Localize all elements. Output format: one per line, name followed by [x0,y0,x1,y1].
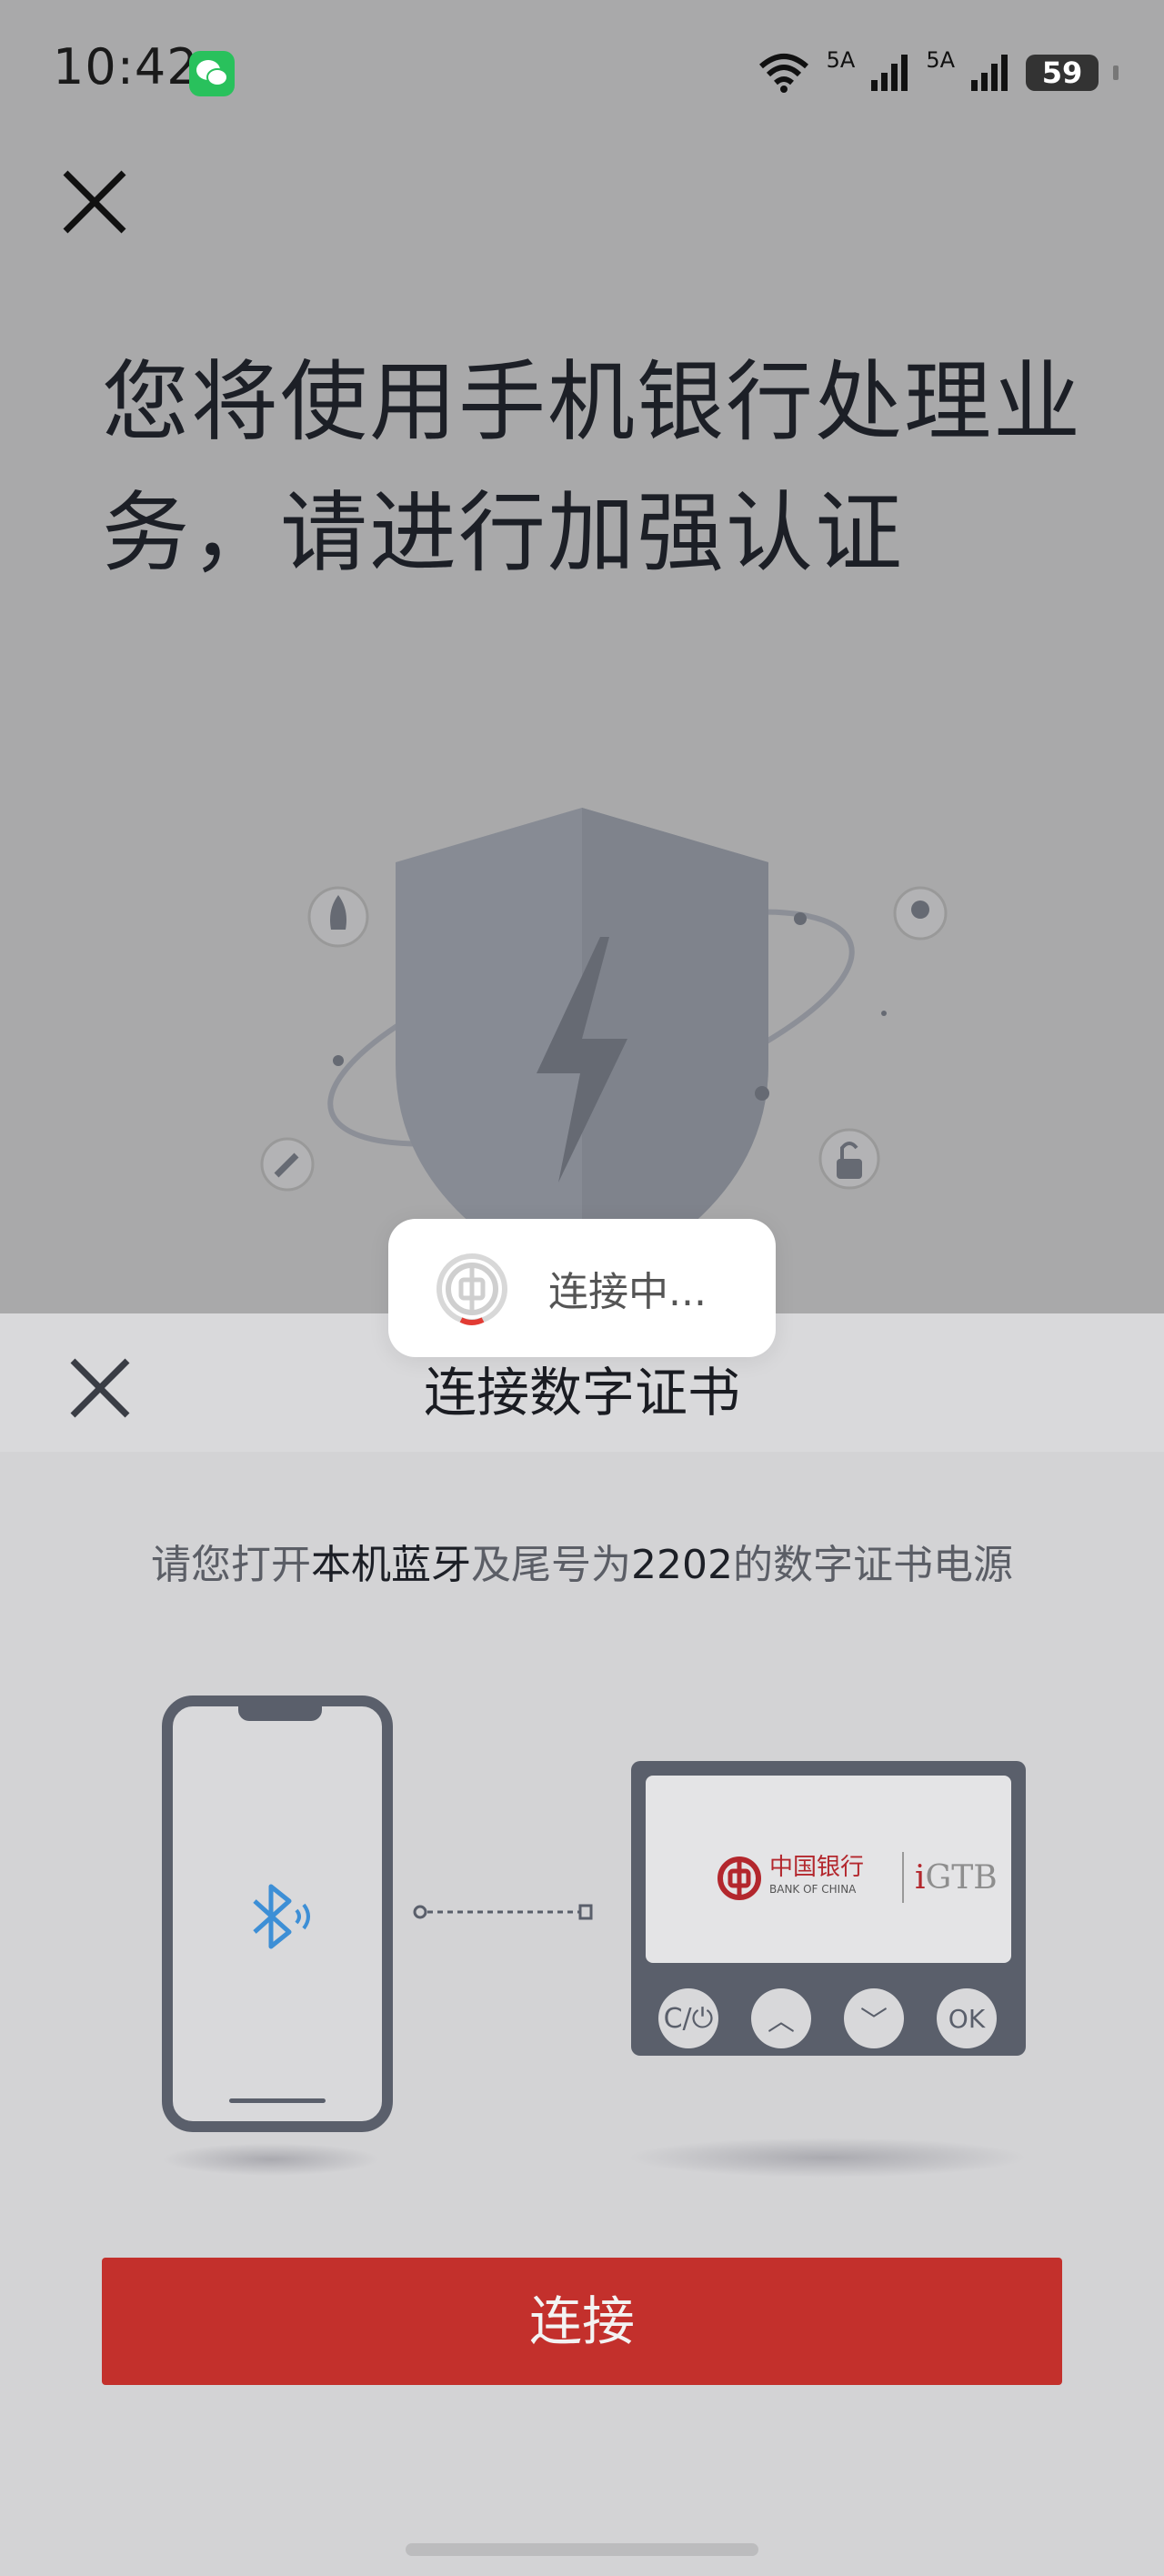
product-prefix: i [915,1859,926,1897]
boc-spinner-icon [436,1253,507,1325]
product-name: iGTB [915,1859,998,1897]
bluetooth-icon [253,1884,310,1949]
page-title: 您将使用手机银行处理业务，请进行加强认证 [102,351,1082,584]
signal-1-label: 5A [826,47,856,73]
battery-indicator: 59 [1026,55,1099,91]
signal-2-icon [971,55,1008,91]
status-bar: 10:42 5A 5A 59 [0,0,1164,146]
digital-certificate-device: 中国银行 BANK OF CHINA iGTB C/⏻ ︿ ﹀ OK [631,1761,1026,2056]
status-time: 10:42 [53,38,199,96]
brand-en: BANK OF CHINA [769,1883,857,1896]
signal-2-label: 5A [926,47,955,73]
battery-nub [1113,65,1119,80]
phone-notch [238,1706,322,1721]
loading-text: 连接中... [548,1269,707,1315]
phone-home-bar [229,2098,326,2103]
instruction-suffix: 的数字证书电源 [732,1542,1013,1588]
connection-line [413,1904,593,1920]
brand-cn: 中国银行 [769,1854,865,1881]
connect-certificate-sheet: 连接数字证书 请您打开本机蓝牙及尾号为2202的数字证书电源 中国银行 BANK… [0,1313,1164,2576]
instruction-tail-number: 2202 [631,1542,733,1588]
product-suffix: GTB [925,1859,998,1897]
sheet-title: 连接数字证书 [423,1362,740,1424]
instruction-mid: 及尾号为 [471,1542,631,1588]
device-clear-power-button: C/⏻ [658,1988,718,2048]
close-icon[interactable] [56,164,133,240]
connect-button[interactable]: 连接 [102,2258,1062,2385]
phone-illustration [162,1696,393,2132]
brand-separator [902,1852,904,1903]
device-up-button: ︿ [751,1988,811,2048]
home-indicator[interactable] [406,2543,758,2556]
wifi-icon [758,54,808,93]
device-shadow [627,2138,1028,2178]
device-screen: 中国银行 BANK OF CHINA iGTB [646,1776,1011,1963]
signal-1-icon [871,55,908,91]
unlock-icon [837,1159,862,1179]
device-down-button: ﹀ [844,1988,904,2048]
instruction-prefix: 请您打开 [151,1542,311,1588]
boc-logo [717,1857,761,1900]
battery-level: 59 [1041,55,1083,90]
wechat-notification-icon [189,51,235,96]
status-icons: 5A 5A 59 [756,47,1119,98]
bulb-icon [911,901,929,919]
device-ok-button: OK [937,1988,997,2048]
phone-shadow [162,2143,380,2176]
instruction-text: 请您打开本机蓝牙及尾号为2202的数字证书电源 [0,1532,1164,1590]
instruction-bluetooth: 本机蓝牙 [311,1542,471,1588]
loading-toast: 连接中... [388,1219,776,1357]
